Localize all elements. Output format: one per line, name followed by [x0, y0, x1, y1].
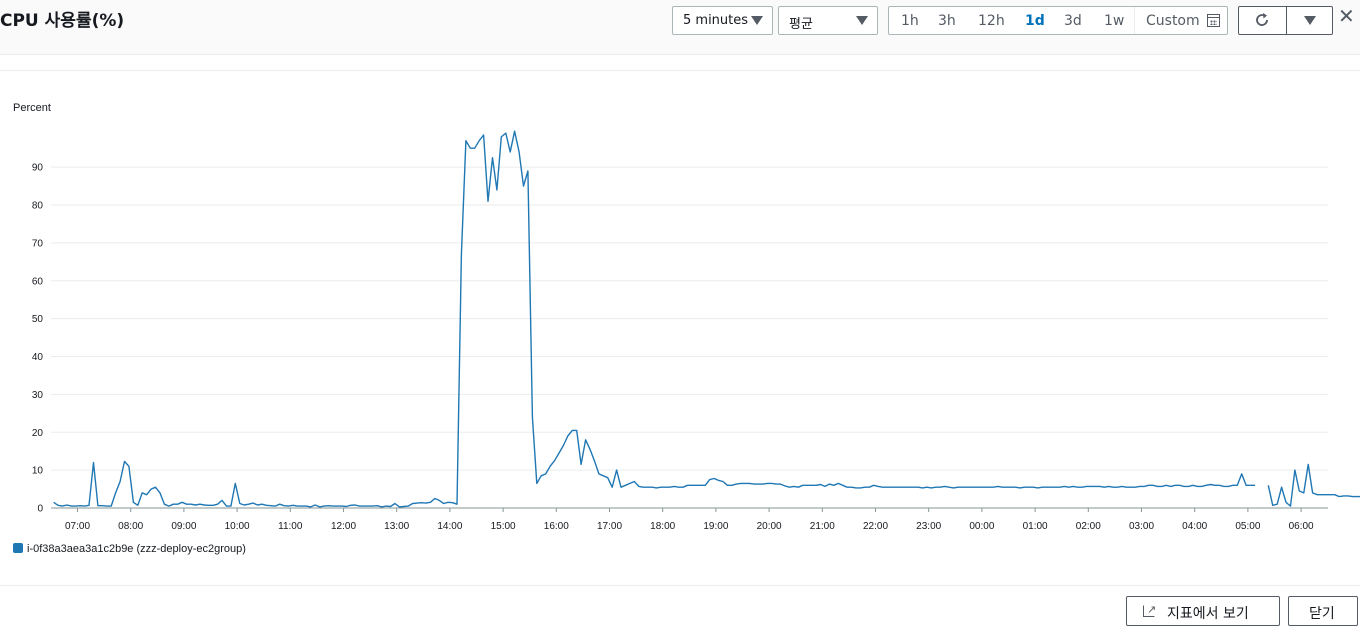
y-tick-label: 20 [32, 428, 44, 439]
x-tick-label: 08:00 [118, 521, 143, 530]
caret-down-icon [1304, 16, 1316, 25]
statistic-select-value: 평균 [789, 17, 813, 32]
x-tick-label: 10:00 [225, 521, 250, 530]
period-select-value: 5 minutes [683, 13, 749, 28]
refresh-icon [1256, 13, 1268, 26]
legend-swatch [13, 543, 23, 553]
close-button[interactable]: 닫기 [1288, 596, 1358, 626]
refresh-button-group [1238, 6, 1333, 35]
x-tick-label: 20:00 [757, 521, 782, 530]
x-tick-label: 04:00 [1182, 521, 1207, 530]
x-tick-label: 22:00 [863, 521, 888, 530]
x-tick-label: 17:00 [597, 521, 622, 530]
time-range-12h[interactable]: 12h [978, 13, 1005, 29]
close-icon[interactable]: ✕ [1338, 4, 1355, 28]
widget-header: CPU 사용률(%) 5 minutes 평균 1h 3h 12h 1d 3d … [0, 0, 1360, 55]
divider [0, 585, 1360, 586]
y-tick-label: 30 [32, 390, 44, 401]
x-tick-label: 18:00 [650, 521, 675, 530]
time-range-3h[interactable]: 3h [938, 13, 956, 29]
x-tick-label: 14:00 [437, 521, 462, 530]
x-tick-label: 02:00 [1076, 521, 1101, 530]
x-tick-label: 01:00 [1023, 521, 1048, 530]
x-tick-label: 15:00 [491, 521, 516, 530]
caret-down-icon [751, 16, 763, 25]
statistic-select[interactable]: 평균 [778, 6, 878, 35]
series-line [1267, 463, 1360, 507]
time-range-1d[interactable]: 1d [1025, 13, 1045, 29]
y-tick-label: 90 [32, 163, 44, 174]
time-range-custom[interactable]: Custom [1146, 13, 1200, 29]
period-select[interactable]: 5 minutes [672, 6, 773, 35]
y-tick-label: 70 [32, 238, 44, 249]
y-tick-label: 10 [32, 466, 44, 477]
time-range-1h[interactable]: 1h [901, 13, 919, 29]
y-tick-label: 50 [32, 314, 44, 325]
view-in-metrics-button[interactable]: ↗ 지표에서 보기 [1126, 596, 1280, 626]
y-tick-label: 60 [32, 276, 44, 287]
time-range-selector: 1h 3h 12h 1d 3d 1w Custom [888, 6, 1228, 35]
x-tick-label: 06:00 [1289, 521, 1314, 530]
x-tick-label: 07:00 [65, 521, 90, 530]
x-tick-label: 16:00 [544, 521, 569, 530]
y-tick-label: 0 [37, 504, 43, 515]
calendar-icon[interactable] [1207, 14, 1220, 27]
x-tick-label: 23:00 [916, 521, 941, 530]
x-tick-label: 11:00 [278, 521, 303, 530]
x-tick-label: 09:00 [171, 521, 196, 530]
y-tick-label: 40 [32, 352, 44, 363]
range-divider [1134, 7, 1135, 34]
time-range-3d[interactable]: 3d [1064, 13, 1082, 29]
refresh-button[interactable] [1239, 7, 1286, 34]
view-in-metrics-label: 지표에서 보기 [1167, 606, 1249, 622]
external-link-arrow: ↗ [1147, 603, 1157, 616]
legend-label: i-0f38a3aea3a1c2b9e (zzz-deploy-ec2group… [27, 543, 246, 555]
x-tick-label: 19:00 [703, 521, 728, 530]
close-button-label: 닫기 [1309, 606, 1335, 622]
time-range-1w[interactable]: 1w [1104, 13, 1124, 29]
y-axis-label: Percent [13, 102, 51, 114]
page-title: CPU 사용률(%) [0, 11, 125, 31]
refresh-options-button[interactable] [1287, 7, 1332, 34]
x-tick-label: 13:00 [384, 521, 409, 530]
chart-legend[interactable]: i-0f38a3aea3a1c2b9e (zzz-deploy-ec2group… [13, 543, 246, 555]
caret-down-icon [856, 16, 868, 25]
x-tick-label: 00:00 [969, 521, 994, 530]
x-tick-label: 12:00 [331, 521, 356, 530]
cpu-line-chart: Percent 0 10 20 30 40 50 60 70 80 90 07:00 08:00 09:0… [13, 102, 1360, 530]
x-tick-label: 21:00 [810, 521, 835, 530]
divider [0, 70, 1360, 71]
y-tick-label: 80 [32, 201, 44, 212]
x-tick-label: 03:00 [1129, 521, 1154, 530]
x-tick-label: 05:00 [1235, 521, 1260, 530]
